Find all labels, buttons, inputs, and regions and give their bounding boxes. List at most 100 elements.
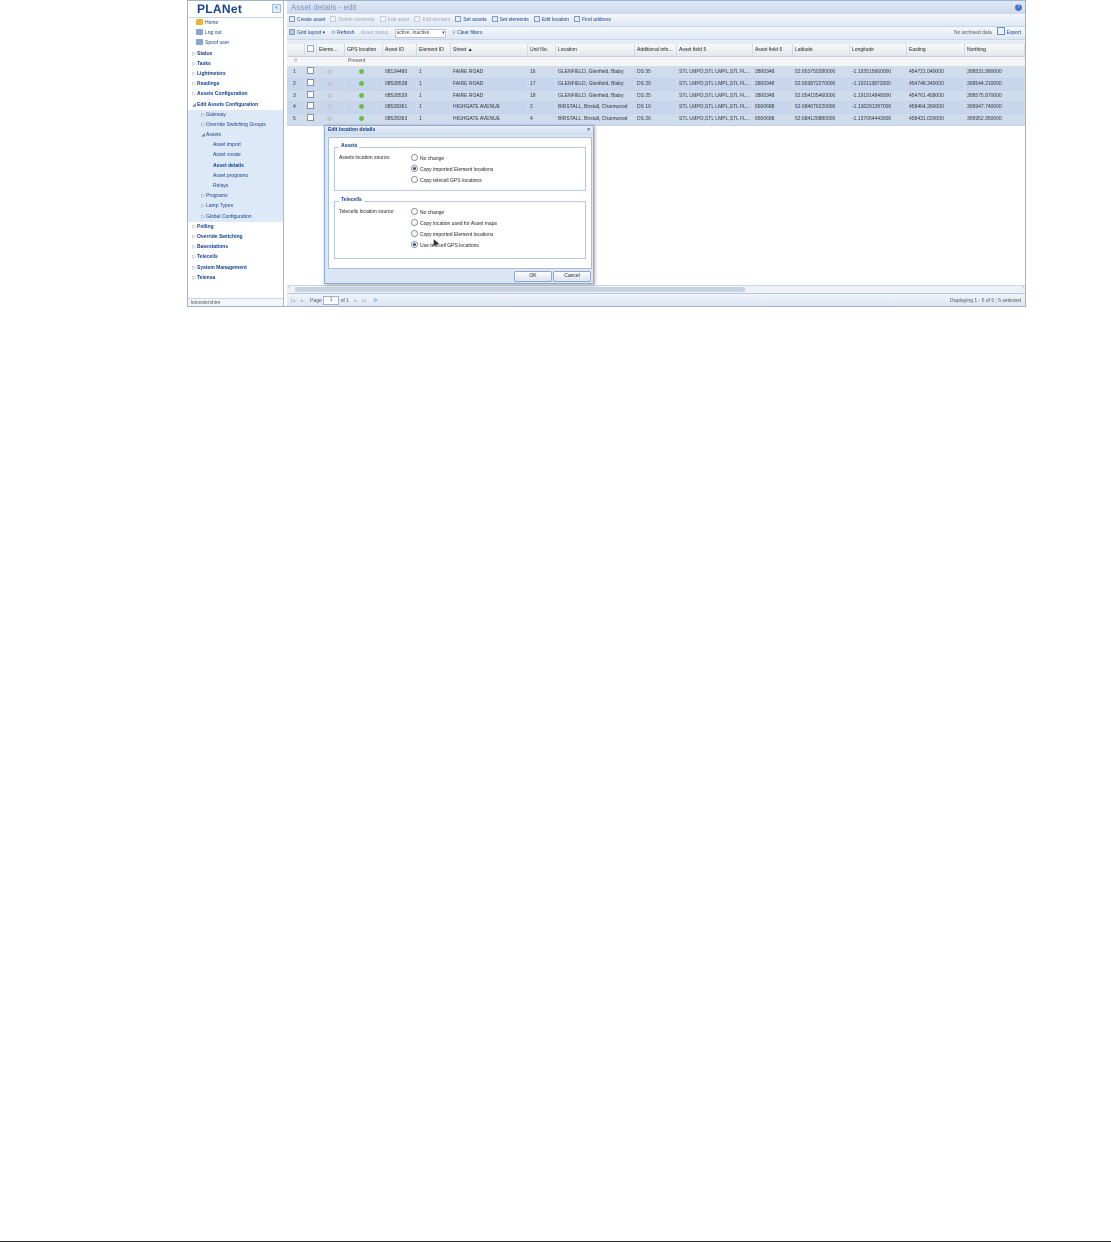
row-checkbox[interactable] (305, 102, 317, 114)
checkbox-icon[interactable] (307, 78, 314, 86)
page-number-input[interactable]: 1 (323, 296, 340, 306)
checkbox-icon[interactable] (307, 114, 314, 122)
telecells-option-0[interactable]: No change (411, 208, 444, 216)
column-header-10[interactable]: Asset field 5 (677, 44, 753, 56)
sidebar-item-polling[interactable]: ▷Polling (188, 222, 283, 232)
scroll-left-icon[interactable]: ‹ (288, 285, 290, 291)
column-header-12[interactable]: Latitude (793, 44, 850, 56)
table-row[interactable]: 1 08124480 1 FAIRE ROAD 16 GLENFIELD, Glenfie… (287, 67, 1025, 79)
scrollbar-thumb[interactable] (295, 287, 745, 292)
radio-button[interactable] (411, 208, 418, 215)
radio-button[interactable] (411, 165, 418, 172)
asset-status-select[interactable]: active, inactive ▾ (394, 29, 446, 38)
prev-page-icon[interactable]: ◂ (300, 298, 303, 304)
checkbox-icon[interactable] (307, 90, 314, 98)
sidebar-item-log-out[interactable]: Log out (188, 28, 283, 38)
sidebar-item-gateway[interactable]: ▷Gateway (188, 109, 283, 120)
column-header-5[interactable]: Element ID (417, 44, 451, 56)
radio-button[interactable] (411, 230, 418, 237)
edit-location-button[interactable]: Edit location (533, 14, 569, 26)
checkbox-icon[interactable] (307, 102, 314, 110)
radio-button[interactable] (411, 241, 418, 248)
sidebar-item-assets-configuration[interactable]: ▷Assets Configuration (188, 89, 283, 99)
column-header-14[interactable]: Easting (907, 44, 965, 56)
refresh-button[interactable]: ⟳ Refresh (331, 27, 354, 39)
sidebar-item-asset-programs[interactable]: Asset programs (188, 170, 283, 181)
sidebar-item-tasks[interactable]: ▷Tasks (188, 59, 283, 69)
table-row[interactable]: 4 08528361 1 HIGHGATE AVENUE 2 BIRSTALL, Birs… (287, 102, 1025, 115)
sidebar-item-telensa[interactable]: ▷Telensa (188, 273, 283, 283)
filter-icon[interactable]: ⚲ (294, 57, 298, 66)
delete-elements-button[interactable]: Delete elements (330, 14, 375, 26)
radio-button[interactable] (411, 154, 418, 161)
sidebar-item-system-management[interactable]: ▷System Management (188, 263, 283, 273)
ok-button[interactable]: OK (514, 271, 552, 282)
radio-button[interactable] (411, 176, 418, 183)
row-checkbox[interactable] (305, 78, 317, 90)
scroll-right-icon[interactable]: › (1022, 285, 1024, 291)
column-header-15[interactable]: Northing (965, 44, 1025, 56)
sidebar-item-home[interactable]: Home (188, 18, 283, 28)
edit-asset-button[interactable]: Edit asset (379, 14, 409, 26)
set-elements-button[interactable]: Set elements (491, 14, 529, 26)
sidebar-item-lamp-types[interactable]: ▷Lamp Types (188, 201, 283, 212)
sidebar-item-assets[interactable]: ◢Assets (188, 130, 283, 141)
column-header-9[interactable]: Additional info... (635, 44, 677, 56)
first-page-icon[interactable]: |◂ (291, 298, 295, 304)
column-header-11[interactable]: Asset field 6 (753, 44, 793, 56)
column-header-6[interactable]: Street ▲ (451, 44, 528, 56)
sidebar-item-telecells[interactable]: ▷Telecells (188, 252, 283, 262)
column-header-4[interactable]: Asset ID (383, 44, 417, 56)
set-assets-button[interactable]: Set assets (455, 14, 487, 26)
column-header-0[interactable] (287, 44, 305, 56)
sidebar-item-spoof-user[interactable]: Spoof user (188, 38, 283, 48)
export-button[interactable]: Export (997, 27, 1021, 36)
refresh-icon[interactable]: ⟳ (373, 298, 377, 304)
sidebar-item-asset-details[interactable]: Asset details (188, 160, 283, 171)
edit-element-button[interactable]: Edit element (414, 14, 450, 26)
create-asset-button[interactable]: Create asset (289, 14, 325, 26)
cancel-button[interactable]: Cancel (553, 271, 591, 282)
collapse-sidebar-button[interactable]: « (272, 4, 281, 13)
telecells-option-3[interactable]: Use telecell GPS locations (411, 241, 479, 249)
select-all-checkbox[interactable] (307, 45, 314, 52)
sidebar-item-override-switching-groups[interactable]: ▷Override Switching Groups (188, 119, 283, 131)
sidebar-item-lightmeters[interactable]: ▷Lightmeters (188, 69, 283, 79)
sidebar-item-edit-assets-configuration[interactable]: ◢Edit Assets Configuration (188, 100, 283, 110)
sidebar-item-asset-create[interactable]: Asset create (188, 150, 283, 161)
row-checkbox[interactable] (305, 114, 317, 125)
telecells-option-2[interactable]: Copy imported Element locations (411, 230, 493, 238)
column-header-1[interactable] (305, 44, 317, 56)
column-header-7[interactable]: Unit No. (528, 44, 556, 56)
sidebar-item-programs[interactable]: ▷Programs (188, 191, 283, 202)
checkbox-icon[interactable] (307, 67, 314, 74)
table-row[interactable]: 3 08528539 1 FAIRE ROAD 18 GLENFIELD, Glenfie… (287, 90, 1025, 103)
gps-filter-value[interactable]: Present (348, 57, 365, 66)
help-icon[interactable]: ? (1015, 4, 1022, 11)
last-page-icon[interactable]: ▸| (362, 298, 366, 304)
radio-button[interactable] (411, 219, 418, 226)
sidebar-item-global-configuration[interactable]: ▷Global Configuration (188, 211, 283, 222)
sidebar-item-relays[interactable]: Relays (188, 181, 283, 192)
sidebar-item-basestations[interactable]: ▷Basestations (188, 242, 283, 252)
assets-option-1[interactable]: Copy imported Element locations (411, 165, 493, 173)
sidebar-item-override-switching[interactable]: ▷Override Switching (188, 232, 283, 242)
sidebar-item-asset-import[interactable]: Asset import (188, 140, 283, 151)
sidebar-item-status[interactable]: ▷Status (188, 49, 283, 59)
column-header-8[interactable]: Location (556, 44, 635, 56)
assets-option-2[interactable]: Copy telecell GPS locations (411, 176, 482, 184)
row-checkbox[interactable] (305, 90, 317, 102)
clear-filters-button[interactable]: ⚲ Clear filters (452, 27, 482, 39)
row-checkbox[interactable] (305, 67, 317, 78)
telecells-option-1[interactable]: Copy location used for Asset maps (411, 219, 497, 227)
column-header-2[interactable]: Eleme... (317, 44, 345, 56)
sidebar-item-readings[interactable]: ▷Readings (188, 79, 283, 89)
close-icon[interactable]: × (587, 126, 590, 135)
assets-option-0[interactable]: No change (411, 154, 444, 162)
next-page-icon[interactable]: ▸ (354, 298, 357, 304)
column-header-13[interactable]: Longitude (850, 44, 907, 56)
table-row[interactable]: 2 08528538 1 FAIRE ROAD 17 GLENFIELD, Glenfie… (287, 78, 1025, 91)
grid-layout-button[interactable]: Grid layout ▾ (289, 27, 325, 39)
column-header-3[interactable]: GPS location (345, 44, 383, 56)
find-address-button[interactable]: Find address (574, 14, 611, 26)
